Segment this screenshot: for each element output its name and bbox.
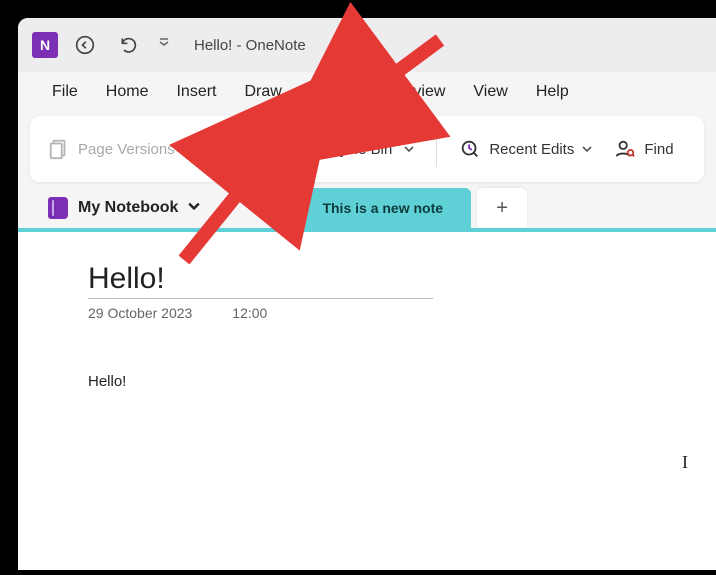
page-meta: 29 October 2023 12:00 <box>88 305 646 321</box>
window-title: Hello! - OneNote <box>194 37 306 54</box>
page-body-text[interactable]: Hello! <box>88 373 646 390</box>
menu-file[interactable]: File <box>40 77 90 112</box>
menu-home[interactable]: Home <box>94 77 161 112</box>
page-date: 29 October 2023 <box>88 305 192 321</box>
recent-edits-icon <box>459 138 481 160</box>
recycle-bin-button[interactable]: Notebook Recycle Bin <box>207 132 423 166</box>
notebook-selector[interactable]: My Notebook <box>44 191 204 225</box>
add-section-tab[interactable]: + <box>477 188 527 228</box>
recent-edits-button[interactable]: Recent Edits <box>451 132 600 166</box>
app-icon: N <box>32 32 58 58</box>
notebook-icon <box>48 197 68 219</box>
page-versions-button[interactable]: Page Versions <box>40 132 201 166</box>
chevron-down-icon <box>183 141 193 158</box>
person-search-icon <box>614 138 636 160</box>
trash-icon <box>215 138 237 160</box>
back-button[interactable] <box>68 28 102 62</box>
section-tab-label: This is a new note <box>322 200 443 216</box>
ribbon-history: Page Versions Notebook Recycle Bin Recen… <box>30 116 704 182</box>
recycle-bin-label: Notebook Recycle Bin <box>245 141 393 158</box>
menu-help[interactable]: Help <box>524 77 581 112</box>
find-label: Find <box>644 141 673 158</box>
quickaccess-dropdown[interactable] <box>156 38 172 53</box>
page-versions-icon <box>48 138 70 160</box>
page-versions-label: Page Versions <box>78 141 175 158</box>
text-cursor-icon: I <box>682 452 688 473</box>
recent-edits-label: Recent Edits <box>489 141 574 158</box>
menu-view[interactable]: View <box>461 77 519 112</box>
titlebar: N Hello! - OneNote <box>18 18 716 72</box>
section-tab[interactable]: This is a new note <box>294 188 471 228</box>
chevron-down-icon <box>582 141 592 158</box>
page-time: 12:00 <box>232 305 267 321</box>
plus-icon: + <box>496 197 508 220</box>
menu-review[interactable]: Review <box>381 77 457 112</box>
notebook-bar: My Notebook This is a new note + <box>18 188 716 228</box>
menu-history[interactable]: History <box>298 77 377 112</box>
chevron-down-icon <box>188 199 200 217</box>
find-by-author-button[interactable]: Find <box>606 132 681 166</box>
page-title[interactable]: Hello! <box>88 262 433 299</box>
menubar: FileHomeInsertDrawHistoryReviewViewHelp <box>18 72 716 116</box>
menu-draw[interactable]: Draw <box>232 77 293 112</box>
menu-insert[interactable]: Insert <box>164 77 228 112</box>
chevron-down-icon <box>404 141 414 158</box>
ribbon-separator <box>436 131 437 167</box>
notebook-name: My Notebook <box>78 199 178 217</box>
undo-button[interactable] <box>112 28 146 62</box>
page-canvas[interactable]: Hello! 29 October 2023 12:00 Hello! <box>18 232 716 570</box>
